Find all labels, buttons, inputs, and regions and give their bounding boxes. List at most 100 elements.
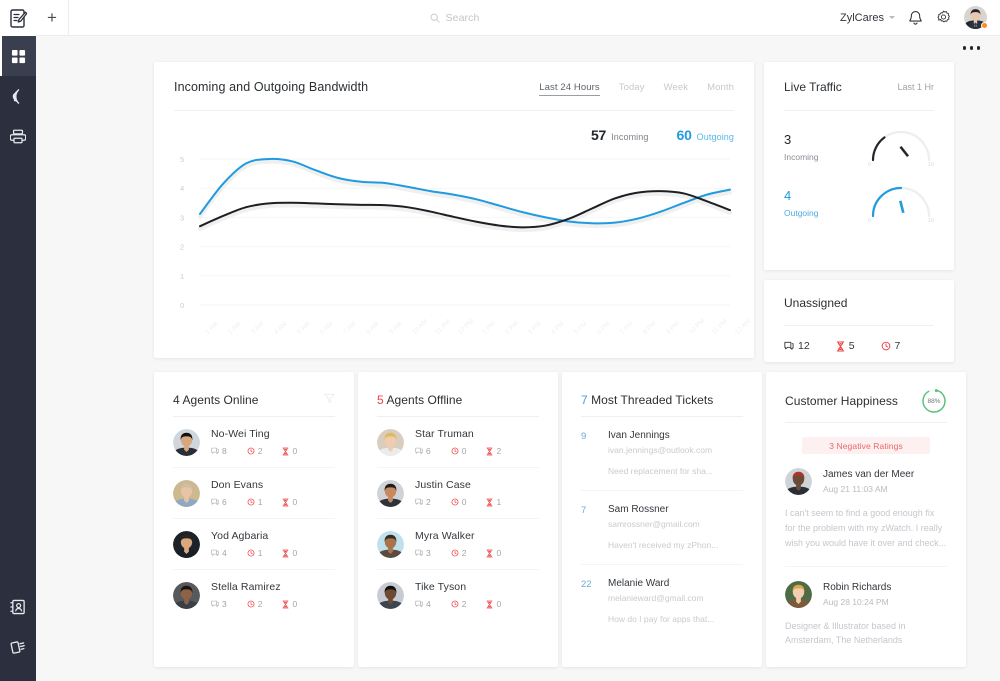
org-switcher[interactable]: ZylCares bbox=[840, 12, 895, 24]
bottom-row: 4 Agents Online No-Wei Ting 8 2 0 Don Ev… bbox=[154, 372, 966, 667]
agent-avatar bbox=[377, 581, 404, 609]
ticket-thread-count: 22 bbox=[581, 579, 592, 590]
avatar-image bbox=[173, 428, 200, 456]
agents-offline-card: 5 Agents Offline Star Truman 6 0 2 Justi… bbox=[358, 372, 558, 667]
clock-alert-icon bbox=[451, 549, 459, 557]
agent-info: Yod Agbaria 4 1 0 bbox=[211, 530, 297, 558]
agents-offline-count: 5 bbox=[377, 393, 384, 407]
list-item[interactable]: Justin Case 2 0 1 bbox=[377, 468, 539, 519]
agent-overdue-stat: 2 bbox=[486, 446, 501, 456]
unassigned-overdue-stat[interactable]: 7 bbox=[881, 340, 901, 352]
tab-month[interactable]: Month bbox=[707, 82, 734, 96]
tab-week[interactable]: Week bbox=[664, 82, 689, 96]
threaded-tickets-card: 7 Most Threaded Tickets 9 Ivan Jennings … bbox=[562, 372, 762, 667]
sidebar-item-contacts[interactable] bbox=[0, 587, 36, 627]
unassigned-pending-stat[interactable]: 5 bbox=[836, 340, 855, 352]
chat-bubble-icon bbox=[211, 447, 219, 455]
live-traffic-range[interactable]: Last 1 Hr bbox=[897, 82, 934, 92]
app-logo[interactable] bbox=[0, 0, 36, 36]
agent-threads-value: 3 bbox=[222, 599, 227, 609]
list-item[interactable]: 9 Ivan Jennings ivan.jennings@outlook.co… bbox=[581, 417, 743, 491]
agent-overdue-stat: 0 bbox=[486, 548, 501, 558]
list-item[interactable]: No-Wei Ting 8 2 0 bbox=[173, 417, 335, 468]
agent-pending-value: 0 bbox=[461, 446, 467, 456]
overflow-menu-button[interactable] bbox=[962, 46, 980, 50]
signal-broadcast-icon bbox=[12, 88, 19, 104]
agent-pending-stat: 1 bbox=[247, 548, 263, 558]
list-item[interactable]: Star Truman 6 0 2 bbox=[377, 417, 539, 468]
threaded-tickets-header: 7 Most Threaded Tickets bbox=[581, 372, 743, 410]
review-item[interactable]: Robin Richards Aug 28 10:24 PM Designer … bbox=[785, 567, 947, 649]
agent-name: Justin Case bbox=[415, 479, 471, 491]
filter-button[interactable] bbox=[324, 391, 335, 409]
agents-online-title: 4 Agents Online bbox=[173, 393, 259, 407]
negative-ratings-badge[interactable]: 3 Negative Ratings bbox=[802, 437, 930, 454]
list-item[interactable]: Don Evans 6 1 0 bbox=[173, 468, 335, 519]
ticket-preview: Haven't received my zPhon... bbox=[608, 540, 719, 550]
agent-overdue-stat: 0 bbox=[282, 599, 297, 609]
list-item[interactable]: 7 Sam Rossner samrossner@gmail.com Haven… bbox=[581, 491, 743, 565]
agent-pending-stat: 0 bbox=[451, 446, 467, 456]
reviewer-name: James van der Meer bbox=[823, 469, 915, 480]
agent-pending-value: 1 bbox=[257, 548, 263, 558]
ticket-thread-count: 7 bbox=[581, 505, 587, 516]
legend-outgoing: 60 Outgoing bbox=[676, 127, 734, 143]
agents-online-list: No-Wei Ting 8 2 0 Don Evans 6 1 0 Yod Ag… bbox=[173, 417, 335, 620]
live-traffic-title: Live Traffic bbox=[784, 80, 842, 94]
list-item[interactable]: 22 Melanie Ward melanieward@gmail.com Ho… bbox=[581, 565, 743, 638]
svg-text:0: 0 bbox=[180, 301, 184, 310]
agent-threads-value: 2 bbox=[426, 497, 431, 507]
list-item[interactable]: Tike Tyson 4 2 0 bbox=[377, 570, 539, 620]
unassigned-tickets-value: 12 bbox=[798, 340, 810, 352]
chat-bubble-icon bbox=[415, 498, 423, 506]
add-new-button[interactable]: + bbox=[36, 0, 68, 36]
notifications-button[interactable] bbox=[908, 10, 923, 26]
sidebar-item-dashboard[interactable] bbox=[0, 36, 36, 76]
search-placeholder: Search bbox=[445, 11, 480, 24]
agent-pending-value: 2 bbox=[257, 446, 263, 456]
list-item[interactable]: Myra Walker 3 2 0 bbox=[377, 519, 539, 570]
ticket-thread-count: 9 bbox=[581, 431, 587, 442]
agent-overdue-stat: 0 bbox=[282, 446, 297, 456]
sidebar-item-inbox[interactable] bbox=[0, 116, 36, 156]
agent-stats: 6 0 2 bbox=[415, 446, 501, 456]
sidebar-item-notes[interactable] bbox=[0, 627, 36, 667]
chat-bubble-icon bbox=[415, 549, 423, 557]
agent-overdue-value: 0 bbox=[292, 497, 298, 507]
review-header: Robin Richards Aug 28 10:24 PM bbox=[785, 580, 947, 608]
clock-alert-icon bbox=[451, 600, 459, 608]
avatar-image bbox=[377, 530, 404, 558]
chat-bubble-icon bbox=[211, 498, 219, 506]
review-item[interactable]: James van der Meer Aug 21 11:03 AM I can… bbox=[785, 454, 947, 567]
tab-today[interactable]: Today bbox=[619, 82, 645, 96]
happiness-score-value: 88% bbox=[927, 397, 941, 405]
sidebar-item-broadcast[interactable] bbox=[0, 76, 36, 116]
chat-bubble-icon bbox=[211, 549, 219, 557]
sidebar-nav bbox=[0, 36, 36, 156]
unassigned-tickets-stat[interactable]: 12 bbox=[784, 340, 810, 352]
agent-stats: 4 1 0 bbox=[211, 548, 297, 558]
list-item[interactable]: Stella Ramirez 3 2 0 bbox=[173, 570, 335, 620]
search-input[interactable]: Search bbox=[69, 12, 840, 24]
threaded-tickets-count: 7 bbox=[581, 393, 588, 407]
unassigned-overdue-value: 7 bbox=[894, 340, 901, 352]
svg-text:3: 3 bbox=[180, 213, 184, 222]
list-item[interactable]: Yod Agbaria 4 1 0 bbox=[173, 519, 335, 570]
live-traffic-incoming-text: 3 Incoming bbox=[784, 132, 819, 161]
agents-online-count: 4 bbox=[173, 393, 180, 407]
ticket-body: Sam Rossner samrossner@gmail.com Haven't… bbox=[608, 504, 718, 550]
ticket-preview: How do I pay for apps that... bbox=[608, 614, 715, 624]
agent-avatar bbox=[377, 530, 404, 558]
clock-alert-icon bbox=[451, 498, 459, 506]
agent-info: Star Truman 6 0 2 bbox=[415, 428, 501, 456]
user-avatar-button[interactable] bbox=[964, 6, 988, 29]
incoming-gauge: 0 10 bbox=[868, 127, 934, 168]
settings-button[interactable] bbox=[936, 10, 951, 25]
tab-last-24-hours[interactable]: Last 24 Hours bbox=[539, 82, 600, 96]
divider bbox=[785, 422, 947, 423]
agent-overdue-value: 2 bbox=[496, 446, 502, 456]
agent-threads-value: 6 bbox=[426, 446, 431, 456]
agent-threads-stat: 2 bbox=[415, 497, 431, 507]
printer-inbox-icon bbox=[10, 129, 26, 143]
dashboard-content: Incoming and Outgoing Bandwidth Last 24 … bbox=[36, 36, 1000, 681]
